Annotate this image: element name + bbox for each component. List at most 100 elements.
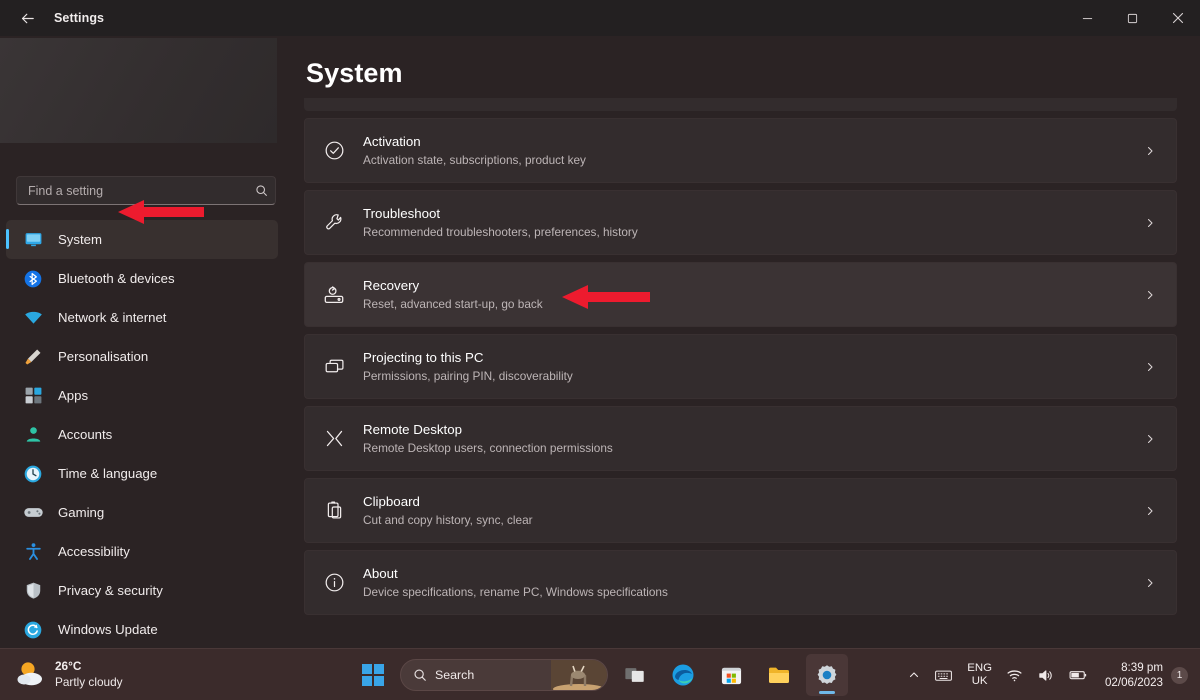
maximize-button[interactable] (1110, 0, 1155, 36)
scrolled-partial-row[interactable] (304, 98, 1177, 111)
clipboard-icon (305, 500, 363, 521)
settings-row-title: Troubleshoot (363, 206, 440, 221)
settings-row-subtitle: Permissions, pairing PIN, discoverabilit… (363, 369, 573, 383)
sidebar-item-label: Accessibility (58, 544, 130, 559)
window-title: Settings (54, 11, 104, 25)
settings-row-remote-desktop[interactable]: Remote Desktop Remote Desktop users, con… (304, 406, 1177, 471)
chevron-right-icon[interactable] (1124, 505, 1176, 517)
show-hidden-icons-button[interactable] (901, 657, 927, 693)
sidebar-item-accessibility[interactable]: Accessibility (6, 532, 278, 571)
settings-row-recovery[interactable]: Recovery Reset, advanced start-up, go ba… (304, 262, 1177, 327)
settings-row-subtitle: Remote Desktop users, connection permiss… (363, 441, 613, 455)
settings-taskbar-button[interactable] (806, 654, 848, 696)
wifi-icon[interactable] (999, 657, 1030, 693)
sidebar-item-windows-update[interactable]: Windows Update (6, 610, 278, 649)
sidebar-item-personalisation[interactable]: Personalisation (6, 337, 278, 376)
sidebar: System Bluetooth & devices Network (0, 36, 290, 648)
wifi-icon (22, 307, 44, 329)
sun-cloud-icon (14, 657, 48, 691)
taskbar-search[interactable]: Search (400, 659, 608, 691)
accessibility-icon (22, 541, 44, 563)
settings-row-title: Clipboard (363, 494, 420, 509)
settings-row-subtitle: Recommended troubleshooters, preferences… (363, 225, 638, 239)
chevron-right-icon[interactable] (1124, 289, 1176, 301)
bluetooth-icon (22, 268, 44, 290)
page-title: System (306, 58, 403, 89)
window-controls (1065, 0, 1200, 36)
close-button[interactable] (1155, 0, 1200, 36)
settings-window: Settings (0, 0, 1200, 700)
search-input[interactable] (17, 184, 247, 198)
speaker-icon[interactable] (1030, 657, 1061, 693)
sidebar-item-label: Gaming (58, 505, 104, 520)
title-bar: Settings (0, 0, 1200, 36)
chevron-right-icon[interactable] (1124, 217, 1176, 229)
taskbar-center: Search (352, 654, 848, 696)
chevron-right-icon[interactable] (1124, 361, 1176, 373)
weather-temperature: 26°C (55, 659, 81, 673)
sidebar-item-network-internet[interactable]: Network & internet (6, 298, 278, 337)
taskbar: 26°C Partly cloudy Search (0, 648, 1200, 700)
person-icon (22, 424, 44, 446)
sidebar-item-privacy-security[interactable]: Privacy & security (6, 571, 278, 610)
sidebar-item-bluetooth-devices[interactable]: Bluetooth & devices (6, 259, 278, 298)
chevron-right-icon[interactable] (1124, 433, 1176, 445)
battery-icon[interactable] (1061, 657, 1095, 693)
sidebar-item-label: Time & language (58, 466, 157, 481)
back-button[interactable] (6, 2, 48, 34)
sidebar-item-label: Windows Update (58, 622, 158, 637)
chevron-right-icon[interactable] (1124, 577, 1176, 589)
sidebar-item-system[interactable]: System (6, 220, 278, 259)
paintbrush-icon (22, 346, 44, 368)
settings-row-clipboard[interactable]: Clipboard Cut and copy history, sync, cl… (304, 478, 1177, 543)
monitor-icon (22, 229, 44, 251)
apps-icon (22, 385, 44, 407)
start-button[interactable] (352, 654, 394, 696)
weather-widget[interactable]: 26°C Partly cloudy (14, 657, 123, 691)
tray-date: 02/06/2023 (1105, 676, 1163, 689)
file-explorer-button[interactable] (758, 654, 800, 696)
settings-row-text: Activation Activation state, subscriptio… (363, 133, 1124, 169)
system-tray: ENG UK (901, 649, 1190, 700)
sidebar-item-label: Network & internet (58, 310, 166, 325)
chevron-right-icon[interactable] (1124, 145, 1176, 157)
language-indicator[interactable]: ENG UK (960, 657, 999, 693)
recovery-icon (305, 284, 363, 306)
settings-row-subtitle: Device specifications, rename PC, Window… (363, 585, 668, 599)
weather-text: 26°C Partly cloudy (55, 658, 123, 690)
sidebar-item-accounts[interactable]: Accounts (6, 415, 278, 454)
sidebar-item-time-language[interactable]: Time & language (6, 454, 278, 493)
settings-row-text: Projecting to this PC Permissions, pairi… (363, 349, 1124, 385)
settings-row-title: Projecting to this PC (363, 350, 483, 365)
sidebar-item-apps[interactable]: Apps (6, 376, 278, 415)
settings-row-subtitle: Activation state, subscriptions, product… (363, 153, 586, 167)
sidebar-item-label: Bluetooth & devices (58, 271, 175, 286)
account-card[interactable] (0, 38, 277, 143)
notification-badge[interactable]: 1 (1171, 667, 1188, 684)
tray-time: 8:39 pm (1121, 661, 1163, 674)
settings-row-title: About (363, 566, 398, 581)
settings-row-projecting-to-this-pc[interactable]: Projecting to this PC Permissions, pairi… (304, 334, 1177, 399)
settings-row-troubleshoot[interactable]: Troubleshoot Recommended troubleshooters… (304, 190, 1177, 255)
settings-row-activation[interactable]: Activation Activation state, subscriptio… (304, 118, 1177, 183)
microsoft-store-button[interactable] (710, 654, 752, 696)
minimize-button[interactable] (1065, 0, 1110, 36)
settings-list: Activation Activation state, subscriptio… (304, 98, 1177, 622)
settings-row-about[interactable]: About Device specifications, rename PC, … (304, 550, 1177, 615)
search-box[interactable] (16, 176, 276, 205)
settings-row-text: Recovery Reset, advanced start-up, go ba… (363, 277, 1124, 313)
settings-row-title: Remote Desktop (363, 422, 462, 437)
settings-row-text: Troubleshoot Recommended troubleshooters… (363, 205, 1124, 241)
remote-desktop-icon (305, 428, 363, 449)
sidebar-item-label: System (58, 232, 102, 247)
keyboard-icon[interactable] (927, 657, 960, 693)
sidebar-item-gaming[interactable]: Gaming (6, 493, 278, 532)
main-content: System Activation Activation state, subs… (290, 36, 1200, 648)
sidebar-item-label: Privacy & security (58, 583, 163, 598)
settings-row-subtitle: Cut and copy history, sync, clear (363, 513, 533, 527)
settings-row-text: Remote Desktop Remote Desktop users, con… (363, 421, 1124, 457)
edge-button[interactable] (662, 654, 704, 696)
clock-date-button[interactable]: 8:39 pm 02/06/2023 (1095, 660, 1171, 690)
task-view-button[interactable] (614, 654, 656, 696)
search-thumbnail-image (551, 660, 607, 691)
